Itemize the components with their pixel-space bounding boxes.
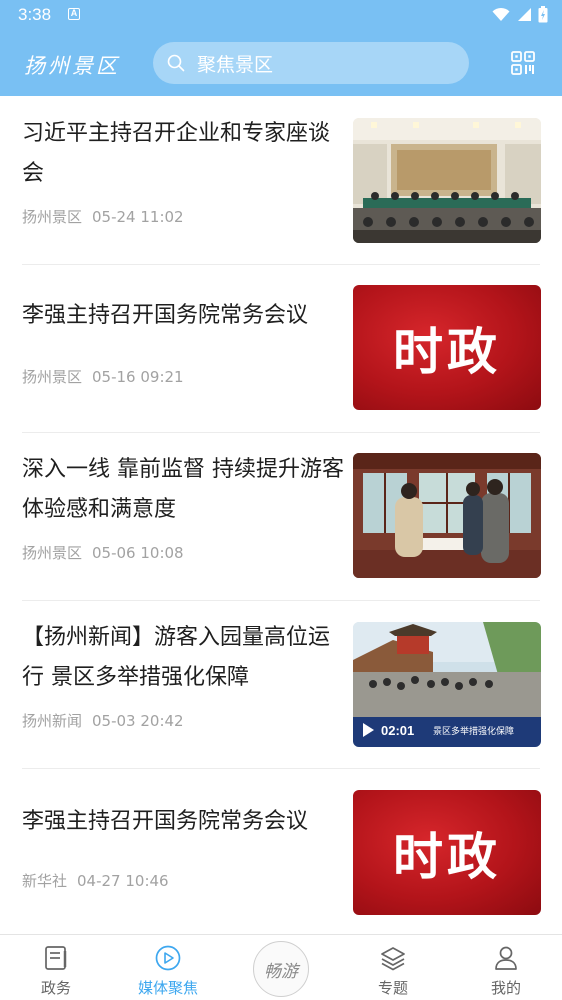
news-meta: 扬州新闻 05-03 20:42 <box>22 710 184 731</box>
news-item[interactable]: 深入一线 靠前监督 持续提升游客体验感和满意度 扬州景区 05-06 10:08 <box>0 432 562 600</box>
brand-logo: 扬州景区 <box>24 54 120 78</box>
news-thumbnail <box>353 453 541 578</box>
battery-icon <box>538 6 548 23</box>
search-bar[interactable]: 聚焦景区 <box>153 42 469 84</box>
video-thumbnail[interactable]: 02:01 景区多举措强化保障 <box>353 622 541 747</box>
news-source: 扬州景区 <box>22 208 83 226</box>
status-bar: 3:38 A <box>0 0 562 30</box>
qr-scan-icon[interactable] <box>511 51 535 75</box>
news-feed: 习近平主持召开企业和专家座谈会 扬州景区 05-24 11:02 李强主持召开国… <box>0 96 562 934</box>
news-source: 扬州景区 <box>22 544 83 562</box>
tab-media-focus[interactable]: 媒体聚焦 <box>112 935 224 1000</box>
tab-government[interactable]: 政务 <box>0 935 112 1000</box>
tab-topics[interactable]: 专题 <box>337 935 449 1000</box>
news-time: 05-06 10:08 <box>92 544 184 562</box>
video-caption: 景区多举措强化保障 <box>433 725 514 737</box>
search-placeholder: 聚焦景区 <box>197 53 274 76</box>
tab-label: 我的 <box>490 979 521 997</box>
news-time: 05-24 11:02 <box>92 208 184 226</box>
news-title: 【扬州新闻】游客入园量高位运行 景区多举措强化保障 <box>22 625 331 690</box>
news-item[interactable]: 【扬州新闻】游客入园量高位运行 景区多举措强化保障 扬州新闻 05-03 20:4… <box>0 600 562 768</box>
meeting-photo <box>353 118 541 243</box>
document-icon <box>45 946 67 970</box>
news-meta: 扬州景区 05-06 10:08 <box>22 542 184 563</box>
news-meta: 扬州景区 05-16 09:21 <box>22 366 184 387</box>
news-source: 扬州景区 <box>22 368 83 386</box>
app-logo[interactable]: 畅游 <box>253 941 309 997</box>
signal-icon <box>518 8 531 21</box>
news-meta: 新华社 04-27 10:46 <box>22 870 169 891</box>
news-title: 李强主持召开国务院常务会议 <box>22 303 309 328</box>
news-item[interactable]: 李强主持召开国务院常务会议 新华社 04-27 10:46 时政 <box>0 768 562 934</box>
news-time: 05-16 09:21 <box>92 368 184 386</box>
user-icon <box>495 946 517 970</box>
news-time: 05-03 20:42 <box>92 712 184 730</box>
tab-label: 政务 <box>40 979 71 997</box>
boat-interior-photo <box>353 453 541 578</box>
play-circle-icon <box>155 945 181 971</box>
tab-profile[interactable]: 我的 <box>450 935 562 1000</box>
notification-a-icon: A <box>68 8 80 20</box>
tab-label: 媒体聚焦 <box>137 979 198 997</box>
bottom-tab-bar: 政务 媒体聚焦 畅游 专题 我的 <box>0 934 562 1000</box>
tab-label: 专题 <box>377 979 408 997</box>
video-duration: 02:01 <box>381 723 414 738</box>
news-title: 习近平主持召开企业和专家座谈会 <box>22 121 331 186</box>
shizheng-thumbnail: 时政 <box>353 790 541 915</box>
system-icons <box>492 6 548 23</box>
news-thumbnail <box>353 118 541 243</box>
news-source: 新华社 <box>22 872 68 890</box>
app-header: 扬州景区 聚焦景区 <box>0 30 562 96</box>
status-time: 3:38 <box>18 5 52 24</box>
news-item[interactable]: 习近平主持召开企业和专家座谈会 扬州景区 05-24 11:02 <box>0 96 562 264</box>
layers-icon <box>381 947 405 971</box>
news-title: 深入一线 靠前监督 持续提升游客体验感和满意度 <box>22 457 344 522</box>
news-item[interactable]: 李强主持召开国务院常务会议 扬州景区 05-16 09:21 时政 <box>0 264 562 432</box>
news-title: 李强主持召开国务院常务会议 <box>22 809 309 834</box>
scenic-crowd-photo: 02:01 景区多举措强化保障 <box>353 622 541 747</box>
news-source: 扬州新闻 <box>22 712 83 730</box>
wifi-icon <box>492 7 510 21</box>
search-icon <box>167 54 185 72</box>
news-time: 04-27 10:46 <box>77 872 169 890</box>
news-meta: 扬州景区 05-24 11:02 <box>22 206 184 227</box>
shizheng-thumbnail: 时政 <box>353 285 541 410</box>
